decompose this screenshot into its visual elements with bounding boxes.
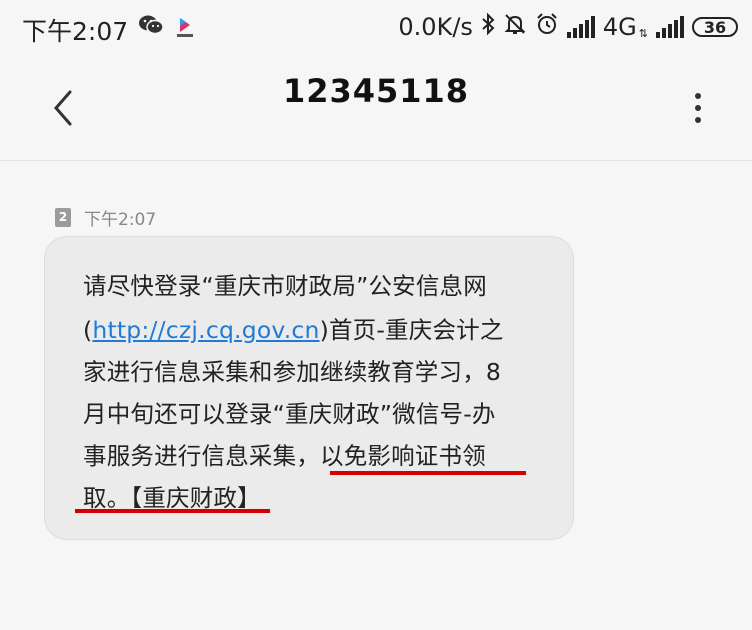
message-line-3: 家进行信息采集和参加继续教育学习，8 — [83, 358, 502, 386]
paren-open: ( — [83, 316, 93, 344]
battery-level: 36 — [703, 17, 727, 37]
app-icon — [176, 16, 194, 42]
message-line-2-rest: )首页-重庆会计之 — [319, 316, 504, 344]
more-options-button[interactable] — [688, 84, 708, 132]
net-speed: 0.0K/s — [398, 13, 473, 41]
network-tag-icon: ⇅ — [638, 26, 648, 40]
status-bar: 下午2:07 0.0K/s 4G ⇅ 36 — [0, 0, 752, 56]
contact-title: 12345118 — [282, 72, 470, 110]
message-link[interactable]: http://czj.cq.gov.cn — [92, 316, 319, 344]
status-time: 下午2:07 — [22, 17, 129, 46]
wechat-icon — [138, 14, 164, 40]
network-type: 4G — [602, 13, 637, 41]
status-indicators: 0.0K/s 4G ⇅ 36 — [398, 12, 738, 42]
message-bubble[interactable]: 请尽快登录“重庆市财政局”公安信息网 (http://czj.cq.gov.cn… — [45, 237, 573, 539]
battery-icon: 36 — [692, 17, 738, 37]
mute-icon — [503, 12, 527, 42]
message-line-4: 月中旬还可以登录“重庆财政”微信号-办 — [83, 400, 496, 428]
more-vert-icon — [695, 93, 701, 123]
message-line-5: 事服务进行信息采集，以免影响证书领 — [83, 442, 486, 470]
bluetooth-icon — [481, 12, 495, 42]
red-underline-2 — [75, 509, 270, 513]
message-line-1: 请尽快登录“重庆市财政局”公安信息网 — [83, 272, 487, 300]
sim-card-icon: 2 — [55, 208, 71, 227]
signal-icon — [566, 16, 595, 38]
message-list: 2 下午2:07 请尽快登录“重庆市财政局”公安信息网 (http://czj.… — [0, 161, 752, 630]
message-time: 下午2:07 — [84, 210, 157, 230]
message-line-2: (http://czj.cq.gov.cn)首页-重庆会计之 — [83, 311, 504, 345]
sim-slot-number: 2 — [58, 210, 68, 224]
message-line-6: 取。【重庆财政】 — [83, 484, 261, 512]
conversation-header: 12345118 — [0, 56, 752, 161]
alarm-icon — [535, 12, 559, 42]
red-underline-1 — [330, 471, 526, 475]
signal-icon-2 — [656, 16, 684, 38]
